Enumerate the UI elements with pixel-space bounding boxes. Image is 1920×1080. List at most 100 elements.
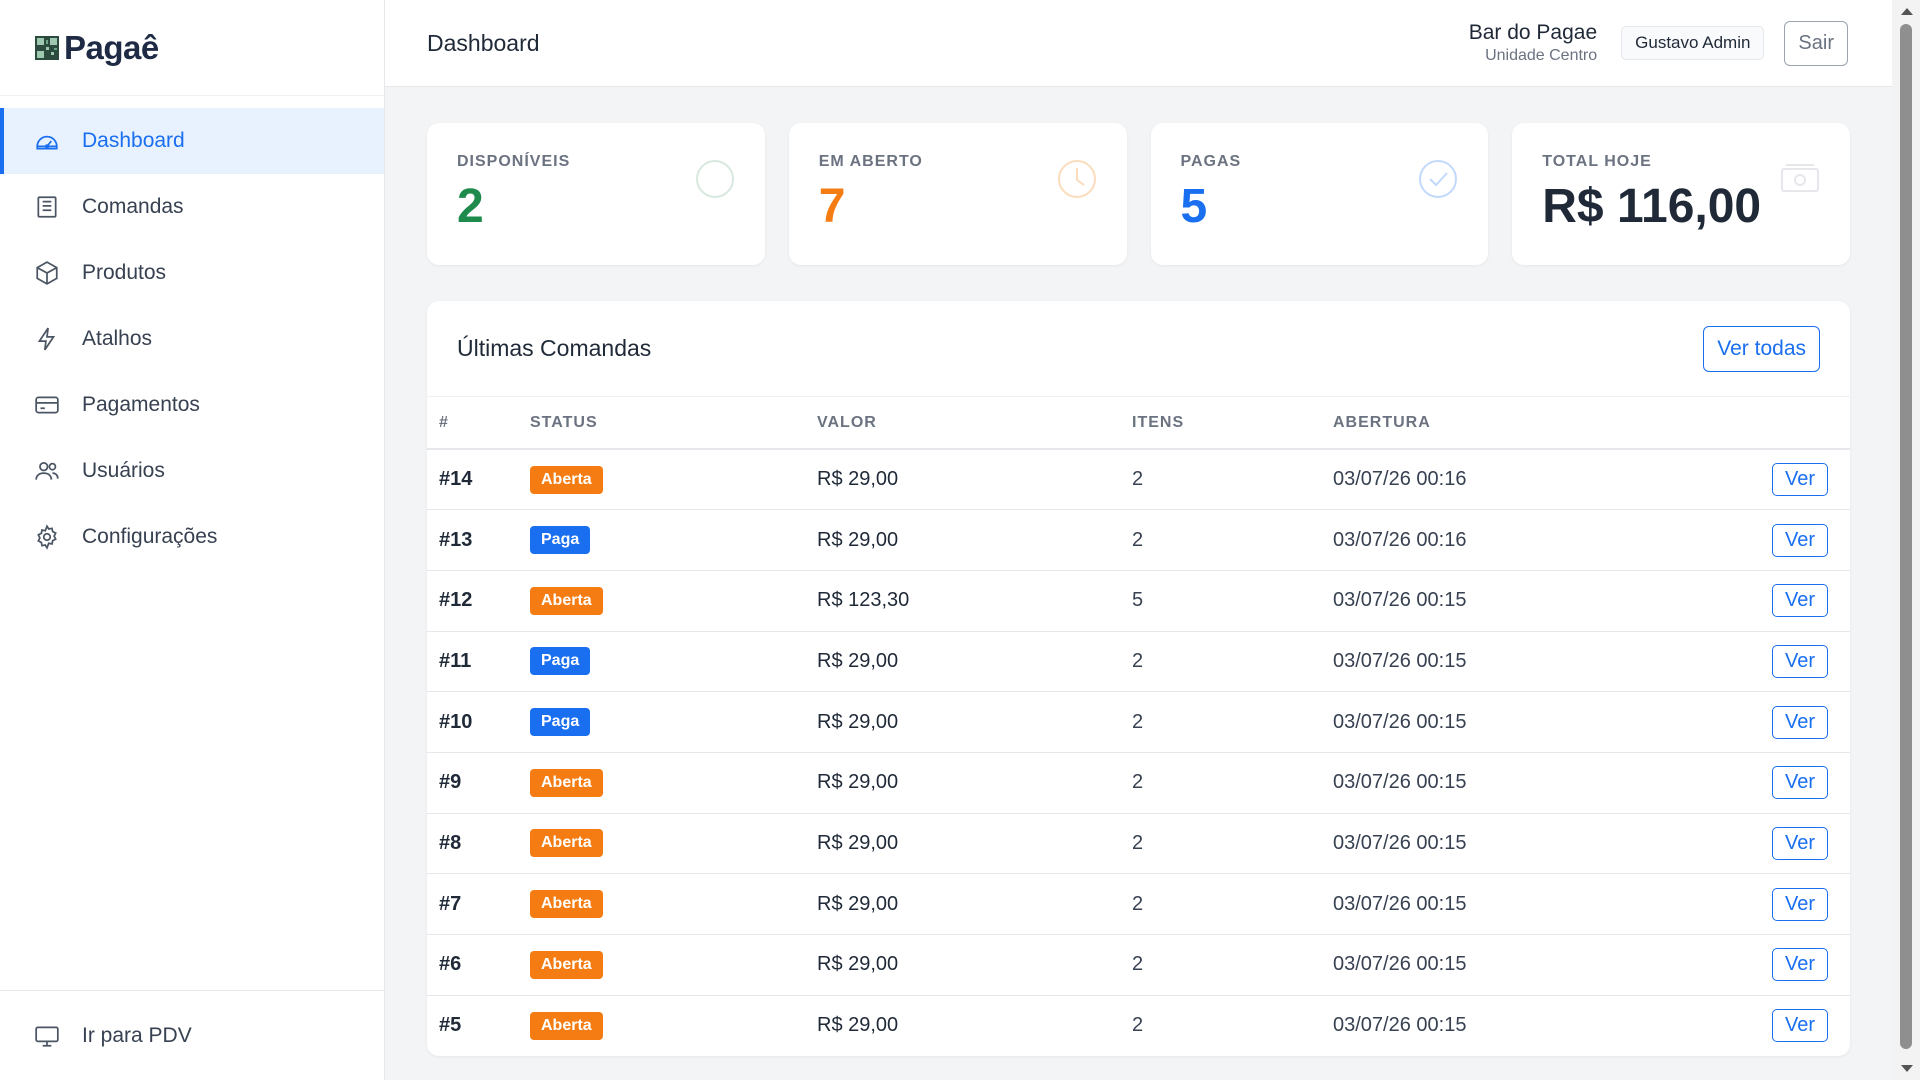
- gauge-icon: [34, 128, 60, 154]
- view-order-button[interactable]: Ver: [1771, 705, 1828, 739]
- table-row: #8 Aberta R$ 29,00 2 03/07/26 00:15 Ver: [427, 813, 1850, 875]
- order-items: 2: [1132, 934, 1333, 996]
- box-icon: [34, 260, 60, 286]
- topbar: Dashboard Bar do Pagae Unidade Centro Gu…: [385, 0, 1892, 87]
- table-row: #5 Aberta R$ 29,00 2 03/07/26 00:15 Ver: [427, 995, 1850, 1056]
- status-badge: Aberta: [530, 890, 603, 919]
- order-opened-at: 03/07/26 00:15: [1333, 570, 1710, 632]
- order-value: R$ 29,00: [817, 873, 1132, 935]
- order-value: R$ 29,00: [817, 1014, 899, 1037]
- order-actions: Ver: [1710, 934, 1850, 996]
- status-badge: Aberta: [530, 465, 603, 494]
- order-items: 2: [1132, 873, 1333, 935]
- view-all-button[interactable]: Ver todas: [1703, 325, 1820, 372]
- order-value: R$ 123,30: [817, 570, 1132, 632]
- order-actions: Ver: [1710, 813, 1850, 875]
- order-opened-at: 03/07/26 00:15: [1333, 1014, 1467, 1037]
- sidebar-item-dashboard[interactable]: Dashboard: [0, 108, 384, 174]
- stat-value: 7: [818, 180, 846, 233]
- stat-card: DISPONÍVEIS 2: [427, 123, 765, 265]
- view-order-button[interactable]: Ver: [1771, 584, 1828, 618]
- order-value: R$ 29,00: [817, 691, 1132, 753]
- order-status-cell: Aberta: [530, 570, 817, 632]
- view-order-button[interactable]: Ver: [1771, 766, 1828, 800]
- order-opened-at: 03/07/26 00:16: [1333, 509, 1710, 571]
- sidebar-item-label: Atalhos: [82, 327, 153, 350]
- page-scrollbar[interactable]: [1892, 0, 1920, 1080]
- order-actions: Ver: [1710, 873, 1850, 935]
- order-status-cell: Aberta: [530, 873, 817, 935]
- order-actions: Ver: [1710, 570, 1850, 632]
- sidebar-item-label: Usuários: [82, 459, 165, 482]
- scrollbar-thumb[interactable]: [1900, 24, 1912, 1049]
- orders-table: # STATUS VALOR ITENS ABERTURA #14 Aberta R…: [427, 397, 1850, 1056]
- logout-button[interactable]: Sair: [1784, 20, 1848, 66]
- sidebar-item-label: Produtos: [82, 261, 167, 284]
- users-icon: [34, 458, 60, 484]
- order-actions: Ver: [1710, 509, 1850, 571]
- view-order-button[interactable]: Ver: [1771, 826, 1828, 860]
- sidebar-item-label: Configurações: [82, 525, 218, 548]
- order-number: #8: [427, 813, 530, 875]
- stat-card: EM ABERTO 7: [788, 123, 1127, 265]
- table-row: #6 Aberta R$ 29,00 2 03/07/26 00:15 Ver: [427, 934, 1850, 996]
- col-header-value: VALOR: [817, 397, 1132, 450]
- order-items: 2: [1132, 509, 1333, 571]
- sidebar: Pagaê Dashboard Comandas Produtos Atalhos Pa…: [0, 0, 385, 1080]
- order-status-cell: Aberta: [530, 449, 817, 511]
- stat-value: 2: [457, 180, 484, 233]
- stat-label: PAGAS: [1180, 153, 1242, 170]
- sidebar-item-atalhos[interactable]: Atalhos: [0, 306, 384, 372]
- lightning-icon: [34, 326, 60, 352]
- stat-card: TOTAL HOJE R$ 116,00: [1512, 123, 1850, 265]
- stat-value: 5: [1180, 180, 1208, 233]
- view-order-button[interactable]: Ver: [1771, 1009, 1828, 1043]
- order-actions: Ver: [1710, 691, 1850, 753]
- order-number: #12: [427, 570, 530, 632]
- order-items: 2: [1132, 813, 1333, 875]
- order-opened-at: 03/07/26 00:15: [1333, 691, 1710, 753]
- order-items: 2: [1132, 1014, 1144, 1037]
- scroll-down-arrow-icon[interactable]: [1901, 1065, 1913, 1072]
- stats-row: DISPONÍVEIS 2 EM ABERTO 7 PAGAS 5 TOTAL HOJE R$…: [427, 123, 1850, 265]
- order-actions: Ver: [1710, 449, 1850, 511]
- status-badge: Aberta: [530, 950, 603, 979]
- sidebar-item-produtos[interactable]: Produtos: [0, 240, 384, 306]
- sidebar-item-pagamentos[interactable]: Pagamentos: [0, 372, 384, 438]
- table-row: #13 Paga R$ 29,00 2 03/07/26 00:16 Ver: [427, 509, 1850, 571]
- view-order-button[interactable]: Ver: [1771, 948, 1828, 982]
- stat-label: TOTAL HOJE: [1542, 153, 1652, 170]
- order-number: #14: [427, 449, 530, 511]
- table-header-row: # STATUS VALOR ITENS ABERTURA: [427, 397, 1850, 450]
- order-actions: Ver: [1710, 995, 1850, 1056]
- view-order-button[interactable]: Ver: [1771, 644, 1828, 678]
- order-value: R$ 29,00: [817, 631, 1132, 693]
- order-items: 2: [1132, 631, 1333, 693]
- scroll-up-arrow-icon[interactable]: [1901, 8, 1913, 15]
- sidebar-item-usuarios[interactable]: Usuários: [0, 438, 384, 504]
- unit-name: Bar do Pagae: [1468, 21, 1598, 44]
- order-status-cell: Aberta: [530, 934, 817, 996]
- table-row: #9 Aberta R$ 29,00 2 03/07/26 00:15 Ver: [427, 752, 1850, 814]
- order-value: R$ 29,00: [817, 813, 1132, 875]
- sidebar-item-comandas[interactable]: Comandas: [0, 174, 384, 240]
- order-actions: Ver: [1710, 631, 1850, 693]
- sidebar-item-label: Comandas: [82, 195, 184, 218]
- col-header-opened: ABERTURA: [1333, 397, 1710, 450]
- sidebar-item-configuracoes[interactable]: Configurações: [0, 504, 384, 570]
- brand-logo[interactable]: Pagaê: [34, 29, 159, 67]
- order-number: #13: [427, 509, 530, 571]
- clock-icon: [1057, 159, 1097, 199]
- order-opened-at: 03/07/26 00:15: [1333, 631, 1710, 693]
- main-content: DISPONÍVEIS 2 EM ABERTO 7 PAGAS 5 TOTAL HOJE R$…: [385, 87, 1892, 1080]
- order-opened-at: 03/07/26 00:15: [1333, 873, 1710, 935]
- view-order-button[interactable]: Ver: [1771, 463, 1828, 497]
- go-to-pdv-link[interactable]: Ir para PDV: [0, 990, 384, 1080]
- check-circle-icon: [1418, 159, 1458, 199]
- sidebar-item-label: Dashboard: [82, 129, 185, 152]
- view-order-button[interactable]: Ver: [1771, 887, 1828, 921]
- order-items: 2: [1132, 752, 1333, 814]
- order-items: 2: [1132, 449, 1333, 511]
- view-order-button[interactable]: Ver: [1771, 523, 1828, 557]
- order-value: R$ 29,00: [817, 752, 1132, 814]
